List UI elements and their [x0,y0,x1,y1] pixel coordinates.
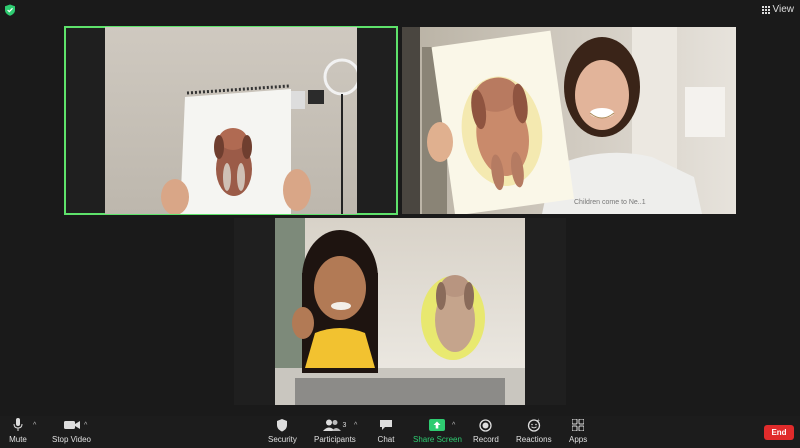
mute-options-chevron-icon[interactable]: ^ [33,422,36,429]
record-icon [477,418,495,432]
record-button[interactable]: Record [473,418,499,444]
security-button[interactable]: Security [268,418,297,444]
participants-icon: 3 [321,418,349,432]
view-button[interactable]: View [761,4,795,15]
smiley-icon: + [525,418,543,432]
end-meeting-button[interactable]: End [764,425,794,440]
chat-button[interactable]: Chat [377,418,395,444]
video-feed-girl [275,218,525,405]
video-tile-2[interactable]: Children come to Ne..1 [402,27,736,214]
video-options-chevron-icon[interactable]: ^ [84,422,87,429]
top-bar: View [0,0,800,22]
encryption-shield-icon[interactable] [4,4,16,16]
view-label: View [772,4,795,15]
apps-button[interactable]: Apps [569,418,587,444]
participants-button[interactable]: 3 Participants [314,418,356,444]
meeting-toolbar: Mute ^ Stop Video ^ Security 3 Participa… [0,416,800,448]
video-camera-icon [63,418,81,432]
video-tile-3[interactable] [234,218,566,405]
share-screen-icon [428,418,446,432]
microphone-icon [9,418,27,432]
share-options-chevron-icon[interactable]: ^ [452,422,455,429]
video-feed-sketchbook [105,27,361,214]
shirt-text: Children come to Ne..1 [574,199,646,206]
video-tile-1[interactable] [64,26,398,215]
video-feed-woman: Children come to Ne..1 [402,27,736,214]
mute-button[interactable]: Mute [9,418,27,444]
participant-count: 3 [342,421,347,429]
apps-grid-icon [569,418,587,432]
svg-text:+: + [537,418,540,424]
reactions-button[interactable]: + Reactions [516,418,552,444]
chat-bubble-icon [377,418,395,432]
participants-options-chevron-icon[interactable]: ^ [354,422,357,429]
grid-view-icon [761,5,770,14]
security-shield-icon [273,418,291,432]
